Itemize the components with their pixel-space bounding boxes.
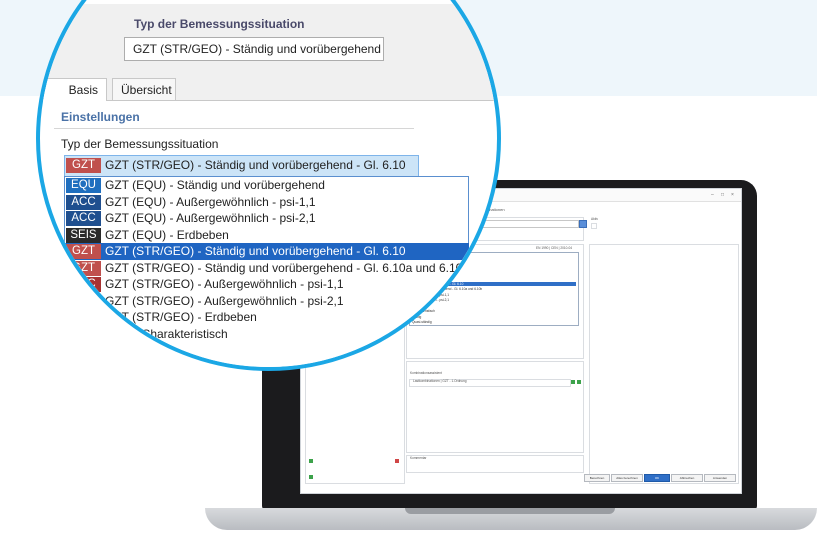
tag-badge: ACC <box>66 277 101 292</box>
screen-add-icon[interactable] <box>309 459 313 463</box>
tab-basis[interactable]: Basis <box>42 78 107 101</box>
tag-badge: SEIS <box>66 227 101 243</box>
dropdown-option[interactable]: ACC GZT (STR/GEO) - Außergewöhnlich - psi… <box>64 293 469 310</box>
tag-badge: GZT <box>66 158 101 173</box>
dropdown-option-selected[interactable]: GZT GZT (STR/GEO) - Ständig und vorüberge… <box>64 243 469 260</box>
tag-badge: ACC <box>66 293 101 309</box>
dropdown-option[interactable]: GZT GZT (STR/GEO) - Ständig und vorüberge… <box>64 260 469 277</box>
screen-aktiv-label: Aktiv <box>591 217 598 221</box>
tag-badge: SEIS <box>66 310 101 325</box>
abbrechen-button[interactable]: Abbrechen <box>671 474 703 482</box>
tag-badge: ACC <box>66 211 101 226</box>
minimize-icon[interactable]: – <box>711 192 714 198</box>
screen-aktiv-checkbox[interactable] <box>591 223 597 229</box>
tag-badge: S Fr <box>66 343 101 358</box>
magnifier-lens: Typ der Bemessungssituation GZT (STR/GEO… <box>36 0 501 371</box>
screen-delete-icon[interactable] <box>395 459 399 463</box>
close-icon[interactable]: × <box>731 192 734 198</box>
field-label: Typ der Bemessungssituation <box>61 137 219 151</box>
dropdown-option[interactable]: S Fr GZG - Häufig <box>64 342 469 359</box>
tag-badge: GZT <box>66 244 101 259</box>
tag-badge: ACC <box>66 194 101 210</box>
option-label: GZG - Charakteristisch <box>105 326 228 341</box>
alles-berechnen-button[interactable]: Alles berechnen <box>611 474 643 482</box>
tab-uebersicht[interactable]: Übersicht <box>112 78 176 100</box>
dropdown-option[interactable]: ACC GZT (STR/GEO) - Außergewöhnlich - psi… <box>64 276 469 293</box>
dropdown-option[interactable]: S Ch GZG - Charakteristisch <box>64 326 469 343</box>
screen-new-icon[interactable] <box>577 380 581 384</box>
berechnen-button[interactable]: Berechnen <box>584 474 610 482</box>
screen-norm-label: EN 1990 | CEN | 2010-04 <box>536 246 573 250</box>
screen-kommentar-label: Kommentar <box>410 456 427 460</box>
tag-badge: GZT <box>66 260 101 276</box>
combo-current-value[interactable]: GZT GZT (STR/GEO) - Ständig und vorüberge… <box>64 157 469 174</box>
anwenden-button[interactable]: Anwenden <box>704 474 736 482</box>
option-label: GZT (STR/GEO) - Außergewöhnlich - psi-2,… <box>105 293 344 308</box>
screen-kombination-label: Kombinationsassistent <box>410 371 442 375</box>
laptop-notch <box>405 508 615 514</box>
dropdown-option[interactable]: EQU GZT (EQU) - Ständig und vorübergehend <box>64 177 469 194</box>
header-label: Typ der Bemessungssituation <box>134 17 305 31</box>
option-label: GZT (EQU) - Erdbeben <box>105 227 229 242</box>
screen-info-button[interactable] <box>579 220 587 228</box>
dropdown-option[interactable]: ACC GZT (EQU) - Außergewöhnlich - psi-2,1 <box>64 210 469 227</box>
option-label: GZT (STR/GEO) - Ständig und vorübergehen… <box>105 260 469 275</box>
option-label: GZT (EQU) - Außergewöhnlich - psi-2,1 <box>105 211 316 225</box>
ok-button[interactable]: OK <box>644 474 670 482</box>
option-label: GZT (EQU) - Außergewöhnlich - psi-1,1 <box>105 194 316 209</box>
option-label: GZT (STR/GEO) - Ständig und vorübergehen… <box>105 244 406 258</box>
dropdown-option[interactable]: ACC GZT (EQU) - Außergewöhnlich - psi-1,1 <box>64 194 469 211</box>
option-label: GZT (STR/GEO) - Außergewöhnlich - psi-1,… <box>105 277 344 291</box>
tag-badge: EQU <box>66 178 101 193</box>
section-title: Einstellungen <box>61 110 140 124</box>
section-divider <box>54 128 414 129</box>
dropdown-option[interactable]: SEIS GZT (EQU) - Erdbeben <box>64 227 469 244</box>
type-combobox[interactable]: GZT (STR/GEO) - Ständig und vorübergehen… <box>124 37 384 61</box>
option-label: GZT (STR/GEO) - Erdbeben <box>105 310 257 324</box>
option-label: GZG - Häufig <box>105 343 177 357</box>
maximize-icon[interactable]: □ <box>721 192 724 198</box>
magnified-dialog: Typ der Bemessungssituation GZT (STR/GEO… <box>40 4 497 367</box>
option-label: GZT (EQU) - Ständig und vorübergehend <box>105 178 325 192</box>
screen-comment-box <box>406 455 584 473</box>
tag-badge: S Ch <box>66 326 101 342</box>
screen-kombination-value: Lastkombinationen | GZT - 1.Ordnung <box>413 379 467 383</box>
screen-right-panel <box>589 244 739 484</box>
screen-toolbar-icon[interactable] <box>309 475 313 479</box>
option-label: GZT (STR/GEO) - Ständig und vorübergehen… <box>105 158 406 172</box>
screen-edit-icon[interactable] <box>571 380 575 384</box>
dropdown-option[interactable]: SEIS GZT (STR/GEO) - Erdbeben <box>64 309 469 326</box>
